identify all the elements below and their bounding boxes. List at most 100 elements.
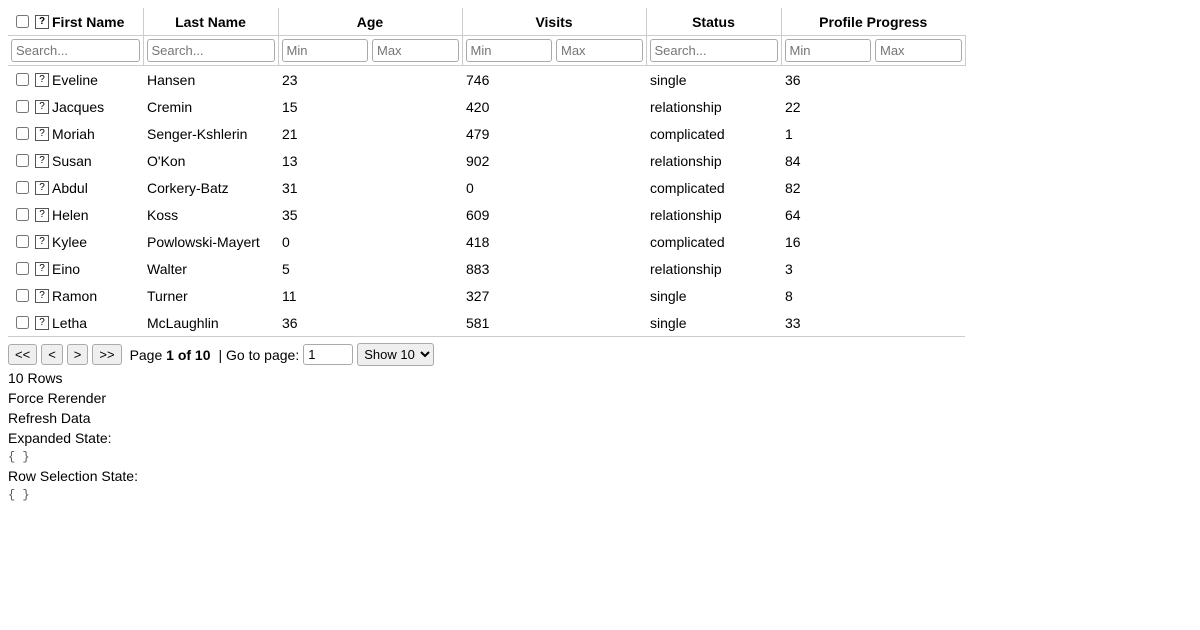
force-rerender-button[interactable]: Force Rerender xyxy=(8,390,1192,406)
prev-page-button[interactable]: < xyxy=(41,344,63,365)
goto-label: | Go to page: xyxy=(219,347,300,363)
expanded-state-json: { } xyxy=(8,450,1192,464)
selection-state-label: Row Selection State: xyxy=(8,468,1192,484)
page-info-value: 1 of 10 xyxy=(166,347,210,363)
cell-progress: 64 xyxy=(781,201,965,228)
table-row: ?KyleePowlowski-Mayert0418complicated16 xyxy=(8,228,965,255)
filter-row xyxy=(8,36,965,66)
expand-row-icon[interactable]: ? xyxy=(35,262,49,276)
expand-row-icon[interactable]: ? xyxy=(35,316,49,330)
header-visits[interactable]: Visits xyxy=(462,8,646,36)
goto-page-input[interactable] xyxy=(303,344,353,365)
filter-visits-min-input[interactable] xyxy=(466,39,553,62)
expanded-state-label: Expanded State: xyxy=(8,430,1192,446)
cell-firstname: Susan xyxy=(52,153,92,169)
selection-state-json: { } xyxy=(8,488,1192,502)
cell-firstname: Eveline xyxy=(52,72,98,88)
page-size-select[interactable]: Show 10 xyxy=(357,343,434,366)
cell-lastname: Koss xyxy=(143,201,278,228)
filter-age-max-input[interactable] xyxy=(372,39,459,62)
cell-status: relationship xyxy=(646,255,781,282)
header-age-label: Age xyxy=(357,14,383,30)
row-select-checkbox[interactable] xyxy=(16,262,29,275)
table-body: ?EvelineHansen23746single36?JacquesCremi… xyxy=(8,66,965,337)
row-count: 10 Rows xyxy=(8,370,1192,386)
header-progress-label: Profile Progress xyxy=(819,14,927,30)
header-lastname[interactable]: Last Name xyxy=(143,8,278,36)
table-row: ?JacquesCremin15420relationship22 xyxy=(8,93,965,120)
table-row: ?RamonTurner11327single8 xyxy=(8,282,965,309)
expand-row-icon[interactable]: ? xyxy=(35,127,49,141)
filter-firstname-input[interactable] xyxy=(11,39,140,62)
cell-visits: 0 xyxy=(462,174,646,201)
header-visits-label: Visits xyxy=(535,14,572,30)
table-row: ?LethaMcLaughlin36581single33 xyxy=(8,309,965,337)
cell-age: 23 xyxy=(278,66,462,94)
cell-age: 13 xyxy=(278,147,462,174)
expand-row-icon[interactable]: ? xyxy=(35,181,49,195)
expand-row-icon[interactable]: ? xyxy=(35,208,49,222)
cell-firstname: Kylee xyxy=(52,234,87,250)
header-status[interactable]: Status xyxy=(646,8,781,36)
cell-lastname: Corkery-Batz xyxy=(143,174,278,201)
row-select-checkbox[interactable] xyxy=(16,289,29,302)
refresh-data-button[interactable]: Refresh Data xyxy=(8,410,1192,426)
header-firstname[interactable]: ? First Name xyxy=(8,8,143,36)
header-progress[interactable]: Profile Progress xyxy=(781,8,965,36)
data-table: ? First Name Last Name Age Visits Status… xyxy=(8,8,966,337)
first-page-button[interactable]: << xyxy=(8,344,37,365)
header-row: ? First Name Last Name Age Visits Status… xyxy=(8,8,965,36)
row-select-checkbox[interactable] xyxy=(16,208,29,221)
cell-status: single xyxy=(646,282,781,309)
cell-progress: 84 xyxy=(781,147,965,174)
header-age[interactable]: Age xyxy=(278,8,462,36)
row-select-checkbox[interactable] xyxy=(16,316,29,329)
filter-lastname-input[interactable] xyxy=(147,39,275,62)
cell-status: single xyxy=(646,309,781,337)
filter-progress-min-input[interactable] xyxy=(785,39,872,62)
cell-progress: 33 xyxy=(781,309,965,337)
cell-firstname: Helen xyxy=(52,207,89,223)
expand-row-icon[interactable]: ? xyxy=(35,235,49,249)
select-all-checkbox[interactable] xyxy=(16,15,29,28)
header-status-label: Status xyxy=(692,14,735,30)
cell-progress: 3 xyxy=(781,255,965,282)
cell-status: relationship xyxy=(646,93,781,120)
filter-age-min-input[interactable] xyxy=(282,39,369,62)
cell-age: 36 xyxy=(278,309,462,337)
row-select-checkbox[interactable] xyxy=(16,181,29,194)
expand-all-icon[interactable]: ? xyxy=(35,15,49,29)
cell-age: 0 xyxy=(278,228,462,255)
cell-visits: 418 xyxy=(462,228,646,255)
row-select-checkbox[interactable] xyxy=(16,73,29,86)
cell-visits: 479 xyxy=(462,120,646,147)
next-page-button[interactable]: > xyxy=(67,344,89,365)
cell-visits: 883 xyxy=(462,255,646,282)
cell-lastname: O'Kon xyxy=(143,147,278,174)
cell-status: relationship xyxy=(646,201,781,228)
cell-status: relationship xyxy=(646,147,781,174)
header-firstname-label: First Name xyxy=(52,14,124,30)
cell-progress: 1 xyxy=(781,120,965,147)
table-row: ?HelenKoss35609relationship64 xyxy=(8,201,965,228)
row-select-checkbox[interactable] xyxy=(16,127,29,140)
expand-row-icon[interactable]: ? xyxy=(35,73,49,87)
table-row: ?SusanO'Kon13902relationship84 xyxy=(8,147,965,174)
expand-row-icon[interactable]: ? xyxy=(35,100,49,114)
filter-visits-max-input[interactable] xyxy=(556,39,643,62)
last-page-button[interactable]: >> xyxy=(92,344,121,365)
cell-lastname: Walter xyxy=(143,255,278,282)
row-select-checkbox[interactable] xyxy=(16,154,29,167)
table-row: ?EvelineHansen23746single36 xyxy=(8,66,965,94)
cell-progress: 82 xyxy=(781,174,965,201)
cell-firstname: Moriah xyxy=(52,126,95,142)
filter-progress-max-input[interactable] xyxy=(875,39,962,62)
row-select-checkbox[interactable] xyxy=(16,100,29,113)
row-select-checkbox[interactable] xyxy=(16,235,29,248)
expand-row-icon[interactable]: ? xyxy=(35,289,49,303)
cell-visits: 581 xyxy=(462,309,646,337)
cell-age: 5 xyxy=(278,255,462,282)
cell-lastname: Cremin xyxy=(143,93,278,120)
expand-row-icon[interactable]: ? xyxy=(35,154,49,168)
filter-status-input[interactable] xyxy=(650,39,778,62)
